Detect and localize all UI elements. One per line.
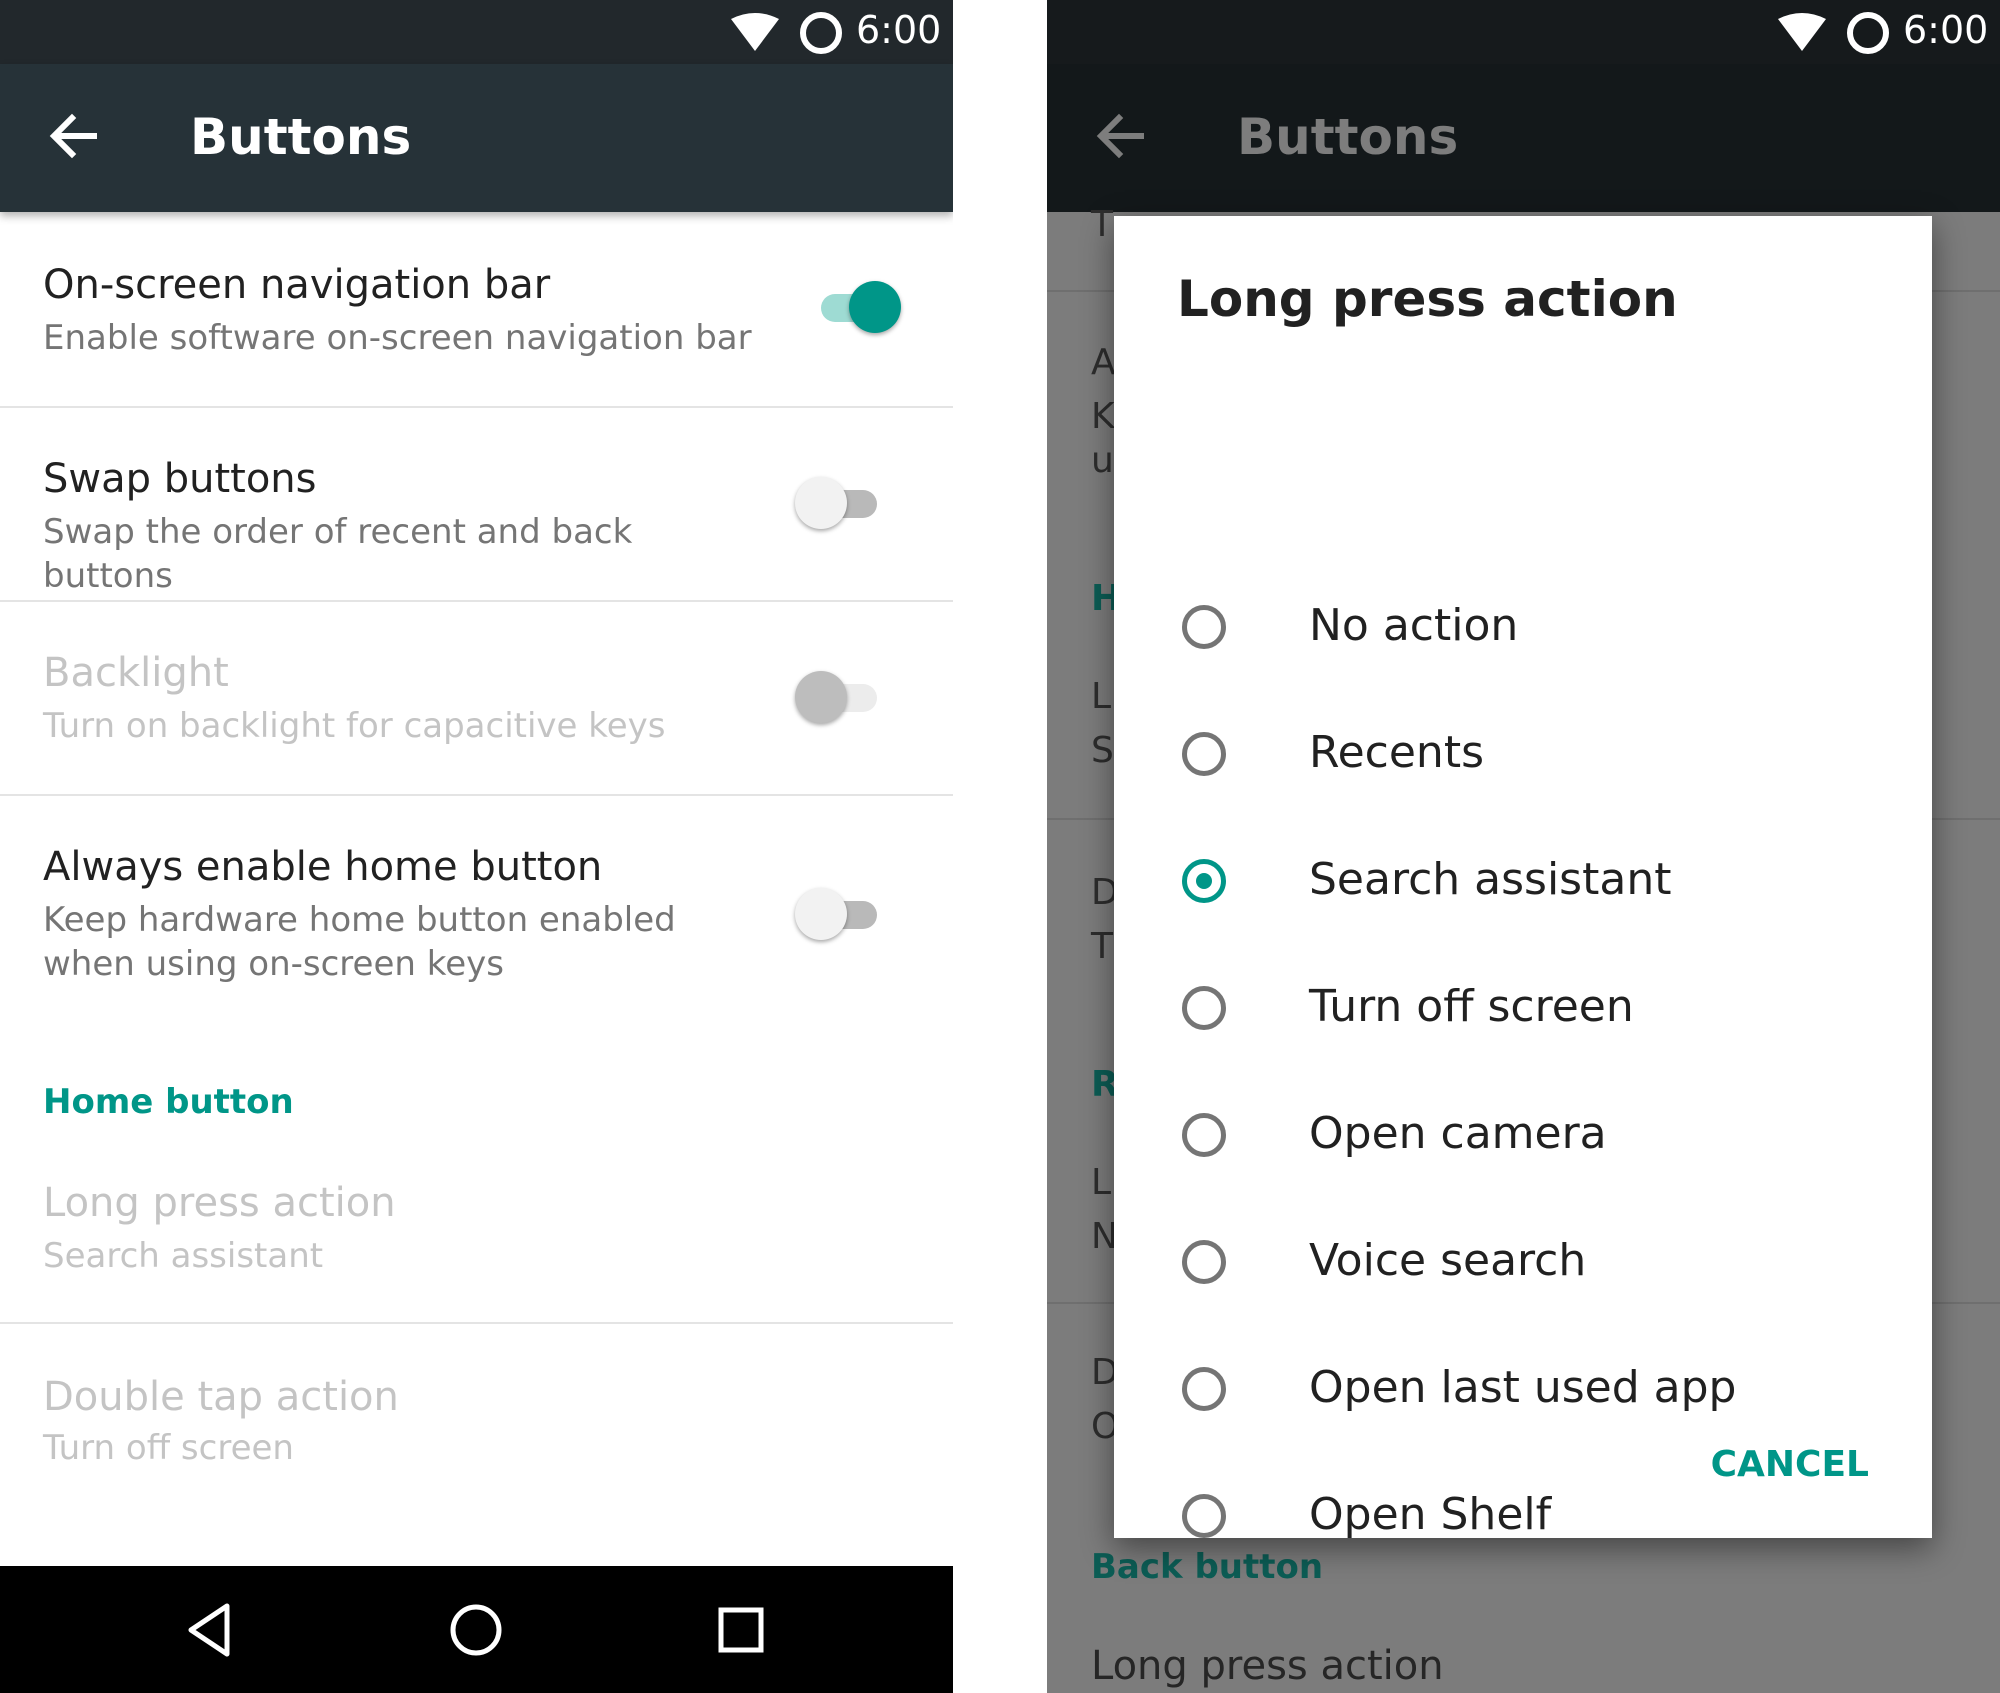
section-header-home-button: Home button	[43, 1082, 294, 1122]
setting-swap-buttons[interactable]: Swap buttons Swap the order of recent an…	[0, 406, 953, 602]
cancel-button[interactable]: CANCEL	[1711, 1444, 1869, 1485]
option-label: No action	[1309, 600, 1519, 651]
setting-always-enable-home[interactable]: Always enable home button Keep hardware …	[0, 794, 953, 1044]
option-label: Open last used app	[1309, 1362, 1737, 1413]
background-fragment: L	[1091, 1162, 1112, 1203]
back-arrow-icon[interactable]	[46, 108, 102, 164]
setting-double-tap-action: Double tap action Turn off screen	[0, 1324, 953, 1518]
app-toolbar: Buttons	[0, 64, 953, 212]
option-open-last-used-app[interactable]: Open last used app	[1114, 1332, 1932, 1458]
status-bar: 6:00	[1047, 0, 2000, 64]
battery-icon	[1847, 12, 1889, 54]
setting-summary: Turn off screen	[43, 1428, 294, 1468]
back-arrow-icon	[1096, 113, 1144, 159]
option-no-action[interactable]: No action	[1114, 570, 1932, 696]
switch-thumb	[795, 477, 847, 529]
background-fragment: T	[1091, 204, 1113, 245]
radio-button[interactable]	[1182, 859, 1226, 903]
navigation-bar	[0, 1566, 953, 1693]
page-title: Buttons	[1237, 108, 1459, 166]
setting-onscreen-nav-bar[interactable]: On-screen navigation bar Enable software…	[0, 212, 953, 408]
switch-thumb	[795, 671, 847, 723]
battery-icon	[800, 12, 842, 54]
setting-long-press-action: Long press action Search assistant	[0, 1130, 953, 1324]
option-search-assistant[interactable]: Search assistant	[1114, 824, 1932, 950]
back-icon[interactable]	[181, 1600, 241, 1660]
radio-button[interactable]	[1182, 1494, 1226, 1538]
setting-summary: Turn on backlight for capacitive keys	[43, 706, 666, 746]
long-press-action-dialog: Long press action No action Recents Sear…	[1114, 216, 1932, 1540]
wifi-icon	[731, 13, 779, 51]
option-label: Voice search	[1309, 1235, 1587, 1286]
setting-title: Always enable home button	[43, 844, 603, 890]
option-label: Turn off screen	[1309, 981, 1634, 1032]
setting-title: Backlight	[43, 650, 229, 696]
radio-button[interactable]	[1182, 986, 1226, 1030]
radio-button[interactable]	[1182, 605, 1226, 649]
option-recents[interactable]: Recents	[1114, 697, 1932, 823]
option-label: Search assistant	[1309, 854, 1672, 905]
switch-thumb	[795, 888, 847, 940]
settings-screen: 6:00 Buttons On-screen navigation bar En…	[0, 0, 953, 1693]
status-bar: 6:00	[0, 0, 953, 64]
setting-summary: Keep hardware home button enabled when u…	[43, 900, 676, 984]
background-fragment: T	[1091, 926, 1113, 967]
radio-button[interactable]	[1182, 1240, 1226, 1284]
option-label: Recents	[1309, 727, 1484, 778]
home-icon[interactable]	[446, 1600, 506, 1660]
radio-button[interactable]	[1182, 1367, 1226, 1411]
dialog-title: Long press action	[1177, 270, 1678, 328]
switch-thumb	[849, 281, 901, 333]
setting-summary: Swap the order of recent and back button…	[43, 512, 633, 596]
page-title: Buttons	[190, 108, 412, 166]
radio-button[interactable]	[1182, 1113, 1226, 1157]
background-fragment: u	[1091, 440, 1114, 481]
option-label: Open camera	[1309, 1108, 1607, 1159]
option-voice-search[interactable]: Voice search	[1114, 1205, 1932, 1331]
option-label: Open Shelf	[1309, 1489, 1552, 1540]
app-toolbar: Buttons	[1047, 64, 2000, 212]
setting-title: Swap buttons	[43, 456, 317, 502]
status-time: 6:00	[1903, 8, 1989, 52]
recents-icon[interactable]	[711, 1600, 771, 1660]
background-fragment: S	[1091, 730, 1114, 771]
background-fragment: L	[1091, 676, 1112, 717]
radio-button[interactable]	[1182, 732, 1226, 776]
setting-summary: Enable software on-screen navigation bar	[43, 318, 752, 358]
always-enable-home-switch[interactable]	[795, 886, 881, 942]
setting-summary: Search assistant	[43, 1236, 324, 1276]
background-fragment: K	[1091, 396, 1115, 437]
option-turn-off-screen[interactable]: Turn off screen	[1114, 951, 1932, 1077]
wifi-icon	[1778, 13, 1826, 51]
swap-buttons-switch[interactable]	[795, 475, 881, 531]
backlight-switch	[795, 669, 881, 725]
option-open-camera[interactable]: Open camera	[1114, 1078, 1932, 1204]
settings-screen-with-dialog: 6:00 Buttons T A K u H L S D T R L N D O…	[1047, 0, 2000, 1693]
onscreen-nav-bar-switch[interactable]	[815, 279, 901, 335]
setting-backlight: Backlight Turn on backlight for capaciti…	[0, 600, 953, 796]
setting-title: Long press action	[43, 1180, 396, 1226]
status-time: 6:00	[856, 8, 942, 52]
background-row-title: Long press action	[1091, 1643, 1444, 1689]
setting-title: On-screen navigation bar	[43, 262, 551, 308]
background-fragment: A	[1091, 342, 1116, 383]
setting-title: Double tap action	[43, 1374, 399, 1420]
